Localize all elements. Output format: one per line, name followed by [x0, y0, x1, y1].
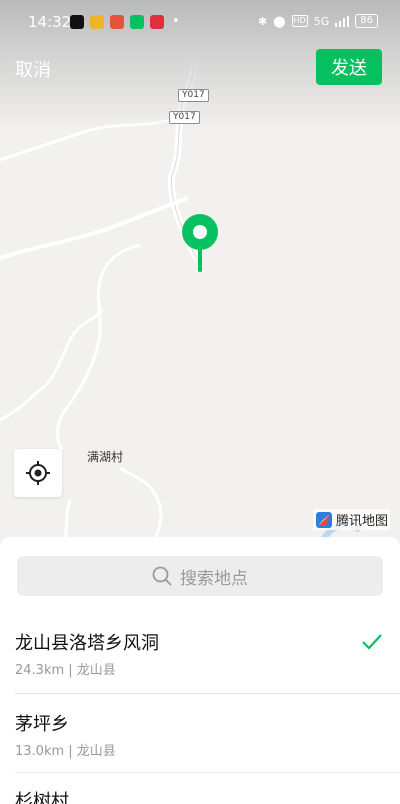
- hd-badge: HD: [291, 15, 308, 27]
- village-label: 满湖村: [87, 450, 124, 464]
- status-time: 14:32: [28, 13, 72, 31]
- send-button[interactable]: 发送: [316, 49, 382, 85]
- status-indicators: ✱ ⬤ HD 5G 86: [258, 14, 378, 28]
- poi-name: 茅坪乡: [15, 714, 69, 735]
- taobao-icon: [110, 15, 124, 29]
- status-bar: 14:32 • ✱ ⬤ HD 5G 86: [0, 0, 400, 44]
- video-app-icon: [150, 15, 164, 29]
- search-placeholder: 搜索地点: [180, 568, 248, 589]
- location-pin-icon[interactable]: [181, 214, 219, 278]
- road-label: Y017: [178, 89, 209, 102]
- road-label: Y017: [169, 111, 200, 124]
- my-location-button[interactable]: [14, 449, 62, 497]
- poi-name: 杉树村: [15, 791, 69, 804]
- battery-level: 86: [355, 14, 378, 28]
- network-label: 5G: [313, 14, 330, 28]
- list-item[interactable]: 龙山县洛塔乡风洞 24.3km | 龙山县: [0, 617, 400, 694]
- tiktok-icon: [70, 15, 84, 29]
- search-input[interactable]: 搜索地点: [17, 556, 383, 596]
- map-brand-logo: 腾讯地图: [313, 509, 391, 530]
- map-view[interactable]: Y017 Y017 满湖村 腾讯地图 14:32 • ✱ ⬤ HD 5G 86 …: [0, 0, 400, 545]
- location-list-sheet: 搜索地点 龙山县洛塔乡风洞 24.3km | 龙山县 茅坪乡 13.0km | …: [0, 537, 400, 804]
- list-item[interactable]: 杉树村: [0, 773, 400, 804]
- selected-check-icon: [362, 634, 382, 650]
- list-item[interactable]: 茅坪乡 13.0km | 龙山县: [0, 694, 400, 773]
- poi-meta: 24.3km | 龙山县: [15, 663, 116, 678]
- location-icon: ⬤: [273, 14, 286, 28]
- map-brand-label: 腾讯地图: [336, 514, 389, 529]
- wechat-icon: [130, 15, 144, 29]
- more-notifications-icon: •: [172, 14, 180, 29]
- search-icon: [152, 566, 172, 586]
- poi-name: 龙山县洛塔乡风洞: [15, 633, 159, 654]
- signal-icon: [335, 15, 350, 27]
- bluetooth-icon: ✱: [258, 14, 268, 28]
- cancel-button[interactable]: 取消: [15, 56, 51, 82]
- app-notification-icon: [90, 15, 104, 29]
- poi-meta: 13.0km | 龙山县: [15, 744, 116, 759]
- tencent-map-logo-icon: [316, 511, 332, 528]
- crosshair-icon: [26, 461, 50, 485]
